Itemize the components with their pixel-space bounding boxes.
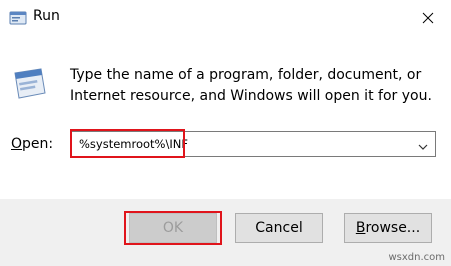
browse-label: rowse... xyxy=(365,220,421,236)
ok-button[interactable]: OK xyxy=(129,213,217,243)
chevron-down-icon[interactable] xyxy=(417,138,429,150)
open-label: Open: xyxy=(11,136,53,152)
open-input[interactable] xyxy=(71,132,407,156)
run-dialog: Run Type the name of a program, folder, … xyxy=(0,0,451,266)
close-icon xyxy=(422,9,434,28)
open-combobox[interactable] xyxy=(70,131,436,157)
watermark: wsxdn.com xyxy=(388,252,445,263)
browse-button[interactable]: Browse... xyxy=(344,213,432,243)
title-bar[interactable]: Run xyxy=(0,0,451,36)
dialog-description: Type the name of a program, folder, docu… xyxy=(70,67,432,104)
open-label-text: pen: xyxy=(22,136,54,152)
browse-mnemonic: B xyxy=(355,220,366,236)
run-window-icon xyxy=(11,67,47,101)
run-icon xyxy=(9,9,27,27)
close-button[interactable] xyxy=(405,0,451,36)
cancel-button[interactable]: Cancel xyxy=(235,213,323,243)
open-label-mnemonic: O xyxy=(11,136,23,152)
window-title: Run xyxy=(33,8,60,24)
